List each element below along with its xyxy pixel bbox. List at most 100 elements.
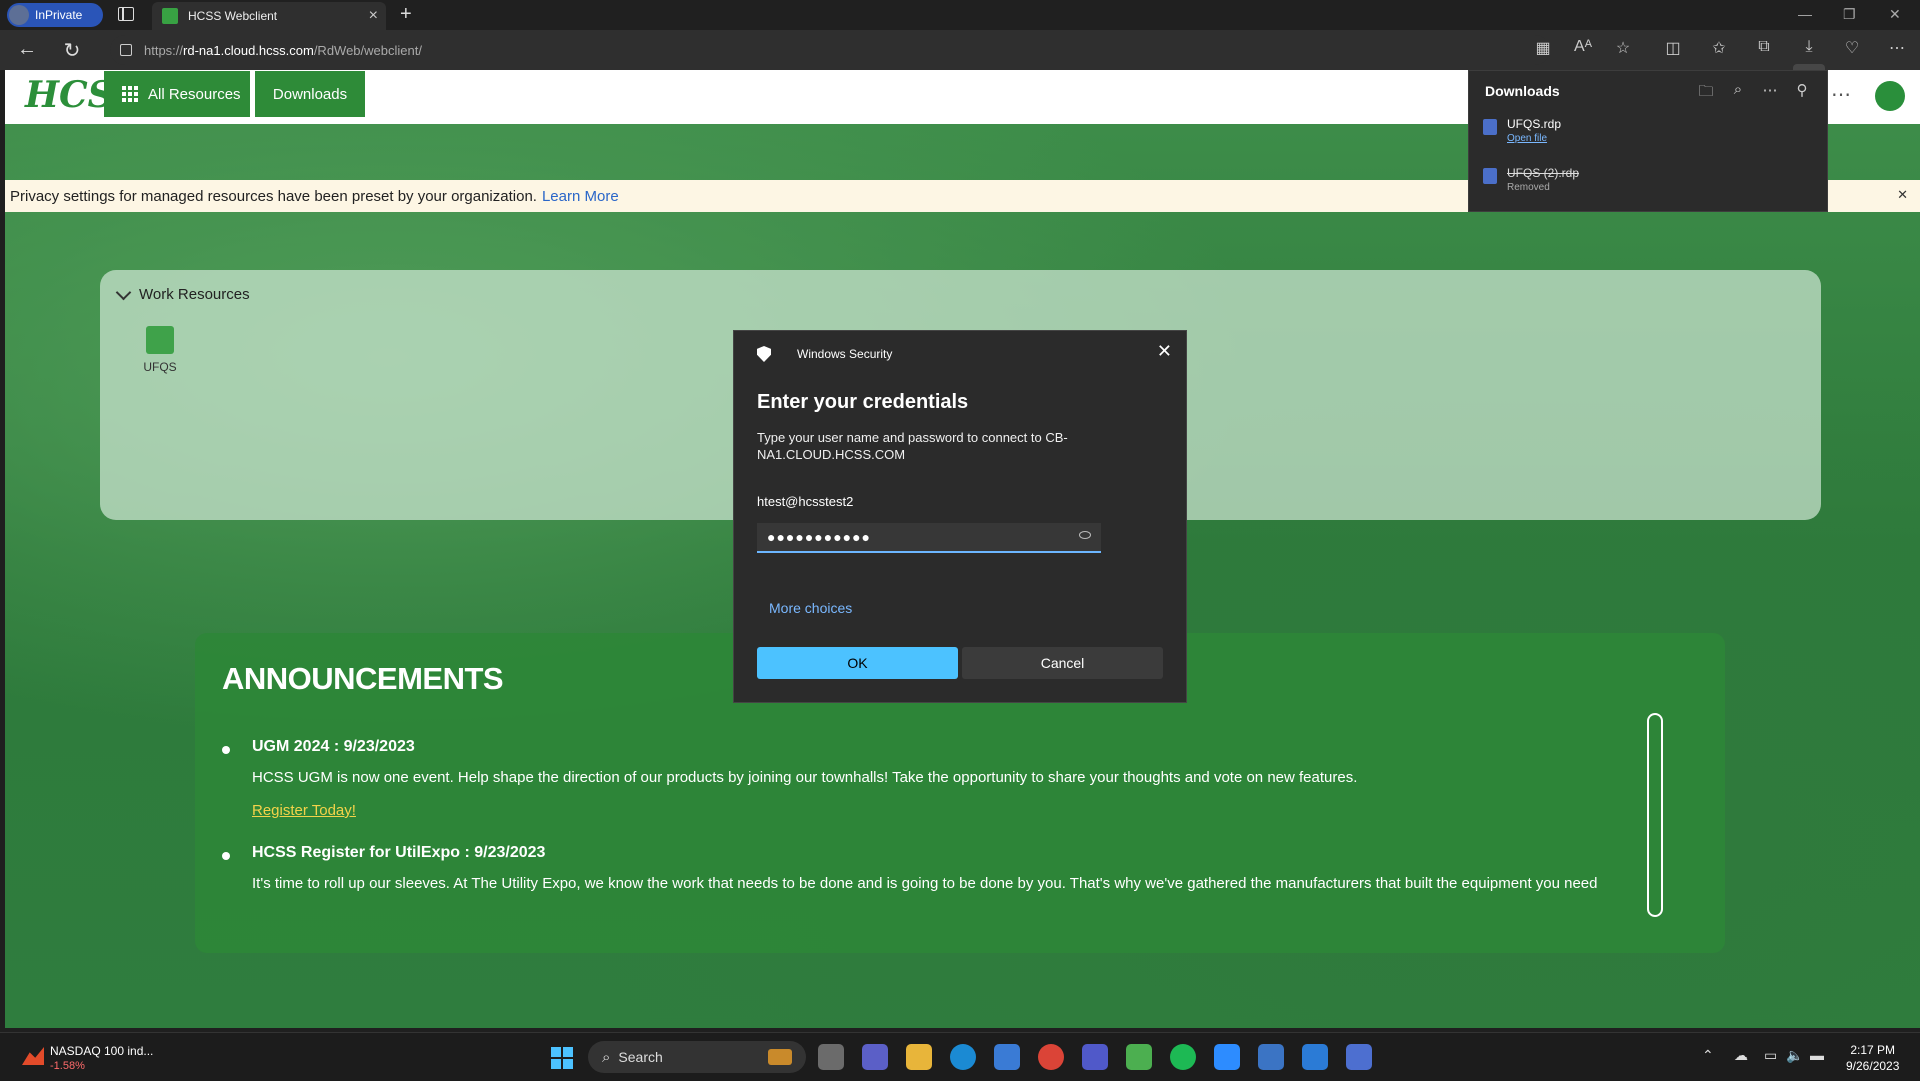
more-options-icon[interactable]: ⋯ [1760,81,1780,99]
taskbar-clock[interactable]: 2:17 PM 9/26/2023 [1846,1042,1899,1074]
clock-date: 9/26/2023 [1846,1059,1900,1073]
chrome-icon[interactable] [1038,1044,1064,1070]
ok-button[interactable]: OK [757,647,958,679]
browser-tab-bar: InPrivate HCSS Webclient × + — ❐ ✕ [0,0,1920,30]
work-resources-header[interactable]: Work Resources [114,284,250,303]
folder-icon[interactable]: 🗀 [1696,81,1716,106]
read-aloud-icon[interactable]: Aᴬ [1571,38,1595,56]
back-icon[interactable]: ← [15,38,39,61]
search-icon[interactable]: ⌕ [1728,81,1748,98]
network-icon[interactable]: ▭ [1764,1047,1777,1064]
clock-time: 2:17 PM [1850,1043,1896,1057]
task-view-icon[interactable] [818,1044,844,1070]
notepad-icon[interactable] [1258,1044,1284,1070]
zoom-icon[interactable] [1214,1044,1240,1070]
stock-chart-icon[interactable] [22,1047,44,1065]
dialog-message: Type your user name and password to conn… [757,430,1068,462]
address-bar[interactable]: https://rd-na1.cloud.hcss.com/RdWeb/webc… [110,35,1550,65]
edge-icon[interactable] [950,1044,976,1070]
announcement-item: UGM 2024 : 9/23/2023 HCSS UGM is now one… [222,738,1622,819]
password-value: ●●●●●●●●●●● [767,529,872,545]
teams-icon[interactable] [1082,1044,1108,1070]
open-file-link[interactable]: Open file [1507,133,1547,144]
shield-icon [757,346,771,362]
download-status: Removed [1507,182,1550,193]
window-close-icon[interactable]: ✕ [1889,6,1901,23]
split-screen-icon[interactable]: ◫ [1661,38,1685,58]
password-field[interactable]: ●●●●●●●●●●● [757,523,1101,553]
tab-close-icon[interactable]: × [369,7,378,25]
favorite-star-icon[interactable]: ☆ [1611,38,1635,58]
app-available-icon[interactable]: ▦ [1531,38,1555,58]
downloads-panel: Downloads 🗀 ⌕ ⋯ ⚲ UFQS.rdp Open file UFQ… [1468,70,1828,212]
taskbar-search[interactable]: ⌕ Search [588,1041,806,1073]
app-green-icon[interactable] [1126,1044,1152,1070]
reveal-password-icon[interactable] [1079,531,1091,539]
learn-more-link[interactable]: Learn More [542,188,619,205]
stock-widget-change: -1.58% [50,1060,85,1072]
nav-downloads-label: Downloads [272,85,348,103]
address-toolbar: ← ↻ https://rd-na1.cloud.hcss.com/RdWeb/… [0,30,1920,96]
downloads-panel-title: Downloads [1485,83,1560,99]
remote-desktop-icon[interactable] [1346,1044,1372,1070]
privacy-close-icon[interactable]: ✕ [1897,187,1908,203]
nav-downloads[interactable]: Downloads [255,71,365,117]
chevron-down-icon [115,284,132,301]
onedrive-icon[interactable]: ☁ [1734,1047,1748,1064]
download-filename: UFQS.rdp [1507,117,1562,131]
header-more-icon[interactable]: ⋯ [1831,82,1851,107]
download-item[interactable]: UFQS (2).rdp Removed [1483,162,1813,202]
collections-icon[interactable]: ⧉ [1752,38,1776,56]
work-resources-title: Work Resources [139,286,250,303]
window-app-icon[interactable] [1302,1044,1328,1070]
tab-actions-icon[interactable] [118,7,134,21]
spotify-icon[interactable] [1170,1044,1196,1070]
volume-icon[interactable]: 🔈 [1786,1047,1803,1064]
dialog-close-icon[interactable]: ✕ [1157,341,1172,362]
stock-widget-name[interactable]: NASDAQ 100 ind... [50,1044,153,1058]
credentials-dialog: Windows Security ✕ Enter your credential… [733,330,1187,703]
resource-label[interactable]: UFQS [128,360,192,374]
bullet-icon [222,852,230,860]
apps-grid-icon [122,86,138,102]
settings-more-icon[interactable]: ⋯ [1885,38,1909,58]
url-path: /RdWeb/webclient/ [313,42,422,58]
browser-tab[interactable]: HCSS Webclient × [152,2,386,30]
hcss-logo[interactable]: HCSS [25,74,139,120]
start-icon[interactable] [551,1047,573,1069]
pin-icon[interactable]: ⚲ [1792,81,1812,99]
file-explorer-icon[interactable] [906,1044,932,1070]
announcement-heading: HCSS Register for UtilExpo : 9/23/2023 [252,844,546,861]
remote-app-icon[interactable] [146,326,174,354]
inprivate-badge[interactable]: InPrivate [7,3,103,27]
windows-taskbar: NASDAQ 100 ind... -1.58% ⌕ Search ⌃ ☁ ▭ … [0,1032,1920,1081]
cancel-button[interactable]: Cancel [962,647,1163,679]
taskbar-search-label: Search [618,1049,663,1065]
search-highlight-icon [768,1049,792,1065]
privacy-text: Privacy settings for managed resources h… [10,187,537,205]
announcements-scrollbar[interactable] [1647,713,1663,917]
new-tab-icon[interactable]: + [400,3,412,26]
chat-icon[interactable] [862,1044,888,1070]
dialog-titlebar[interactable]: Windows Security ✕ [734,331,1186,373]
restore-icon[interactable]: ❐ [1843,6,1856,23]
register-today-link[interactable]: Register Today! [252,802,1622,819]
refresh-icon[interactable]: ↻ [60,38,84,63]
browser-essentials-icon[interactable]: ♡ [1840,38,1864,58]
dialog-heading: Enter your credentials [757,391,969,413]
tray-overflow-icon[interactable]: ⌃ [1702,1047,1714,1064]
rdp-file-icon [1483,168,1497,184]
download-item[interactable]: UFQS.rdp Open file [1483,113,1813,153]
nav-all-resources-label: All Resources [148,85,241,103]
favorites-icon[interactable]: ✩ [1707,38,1731,58]
tab-title: HCSS Webclient [188,9,278,23]
more-choices-link[interactable]: More choices [769,600,852,616]
user-avatar-icon[interactable] [1875,81,1905,111]
battery-icon[interactable]: ▬ [1810,1047,1824,1063]
announcements-title: ANNOUNCEMENTS [222,661,504,696]
download-icon[interactable]: ⤓ [1797,38,1821,56]
url-scheme: https:// [144,42,184,58]
nav-all-resources[interactable]: All Resources [104,71,250,117]
minimize-icon[interactable]: — [1798,6,1812,22]
store-icon[interactable] [994,1044,1020,1070]
